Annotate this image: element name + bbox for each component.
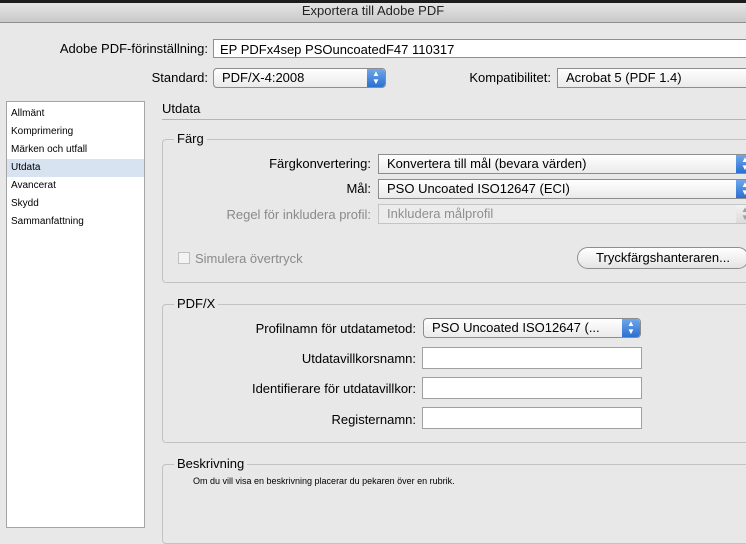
condition-id-input[interactable]	[422, 377, 642, 399]
compatibility-value: Acrobat 5 (PDF 1.4)	[566, 70, 682, 85]
sidebar-item-avancerat[interactable]: Avancerat	[7, 177, 144, 195]
window-title: Exportera till Adobe PDF	[301, 3, 445, 18]
destination-value: PSO Uncoated ISO12647 (ECI)	[387, 181, 570, 196]
output-profile-value: PSO Uncoated ISO12647 (...	[432, 320, 600, 335]
ink-manager-button[interactable]: Tryckfärgshanteraren...	[577, 247, 746, 269]
updown-arrows-icon: ▲▼	[622, 319, 640, 337]
registry-name-label: Registernamn:	[331, 412, 416, 427]
updown-arrows-icon: ▲▼	[736, 180, 746, 198]
sidebar-item-marken-och-utfall[interactable]: Märken och utfall	[7, 141, 144, 159]
sidebar-item-skydd[interactable]: Skydd	[7, 195, 144, 213]
color-conversion-select[interactable]: Konvertera till mål (bevara värden) ▲▼	[378, 154, 746, 174]
pdfx-group-title: PDF/X	[174, 296, 219, 311]
profile-rule-value: Inkludera målprofil	[387, 206, 494, 221]
condition-id-label: Identifierare för utdatavillkor:	[251, 381, 416, 396]
simulate-overprint-checkbox[interactable]	[178, 252, 190, 264]
output-profile-select[interactable]: PSO Uncoated ISO12647 (... ▲ ▼	[423, 318, 641, 338]
output-profile-label: Profilnamn för utdatametod:	[255, 321, 416, 336]
sidebar-item-komprimering[interactable]: Komprimering	[7, 123, 144, 141]
section-title: Utdata	[162, 101, 201, 116]
preset-label: Adobe PDF-förinställning:	[59, 41, 208, 56]
preset-value: EP PDFx4sep PSOuncoatedF47 110317	[220, 42, 455, 57]
sidebar-item-utdata[interactable]: Utdata	[7, 159, 144, 177]
color-conversion-value: Konvertera till mål (bevara värden)	[387, 156, 587, 171]
compatibility-label: Kompatibilitet:	[469, 70, 551, 85]
destination-select[interactable]: PSO Uncoated ISO12647 (ECI) ▲▼	[378, 179, 746, 199]
standard-label: Standard:	[151, 70, 208, 85]
registry-name-input[interactable]	[422, 407, 642, 429]
description-group-title: Beskrivning	[174, 456, 248, 471]
profile-rule-label: Regel för inkludera profil:	[226, 207, 371, 222]
condition-name-label: Utdatavillkorsnamn:	[301, 351, 416, 366]
menu-strip	[0, 0, 746, 3]
compatibility-select[interactable]: Acrobat 5 (PDF 1.4)	[557, 68, 746, 88]
sidebar-item-allmant[interactable]: Allmänt	[7, 105, 144, 123]
condition-name-input[interactable]	[422, 347, 642, 369]
profile-rule-select[interactable]: Inkludera målprofil ▲▼	[378, 204, 746, 224]
color-group-title: Färg	[174, 131, 207, 146]
standard-select[interactable]: PDF/X-4:2008 ▲ ▼	[213, 68, 386, 88]
color-conversion-label: Färgkonvertering:	[269, 156, 371, 171]
destination-label: Mål:	[346, 181, 371, 196]
updown-arrows-icon: ▲▼	[367, 69, 385, 87]
sidebar-list[interactable]: Allmänt Komprimering Märken och utfall U…	[6, 101, 145, 528]
sidebar-item-sammanfattning[interactable]: Sammanfattning	[7, 213, 144, 231]
description-text: Om du vill visa en beskrivning placerar …	[193, 476, 455, 486]
window-title-bar[interactable]: Exportera till Adobe PDF	[0, 0, 746, 23]
updown-arrows-icon: ▲▼	[736, 155, 746, 173]
simulate-overprint-label: Simulera övertryck	[195, 251, 303, 266]
section-divider	[162, 119, 746, 120]
preset-combobox[interactable]: EP PDFx4sep PSOuncoatedF47 110317	[213, 39, 746, 58]
standard-value: PDF/X-4:2008	[222, 70, 305, 85]
updown-arrows-icon: ▲▼	[736, 205, 746, 223]
